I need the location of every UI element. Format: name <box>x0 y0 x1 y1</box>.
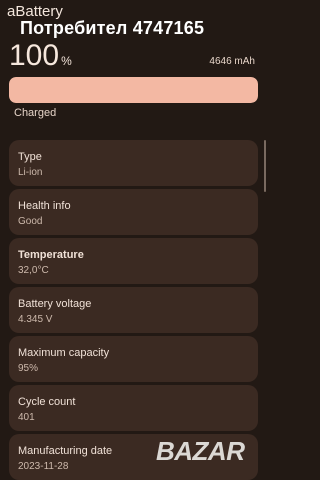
info-card-health[interactable]: Health info Good <box>9 189 258 235</box>
card-value: 4.345 V <box>18 314 53 325</box>
charge-status: Charged <box>14 107 57 119</box>
info-card-voltage[interactable]: Battery voltage 4.345 V <box>9 287 258 333</box>
battery-level-fill <box>9 77 258 103</box>
card-label: Maximum capacity <box>18 347 110 359</box>
card-label: Battery voltage <box>18 298 92 310</box>
card-label: Health info <box>18 200 71 212</box>
card-label: Temperature <box>18 249 84 261</box>
card-value: Good <box>18 216 43 227</box>
battery-capacity: 4646 mAh <box>209 56 255 67</box>
card-value: 32,0°C <box>18 265 49 276</box>
card-label: Type <box>18 151 42 163</box>
battery-level-bar <box>9 77 258 103</box>
info-card-max-capacity[interactable]: Maximum capacity 95% <box>9 336 258 382</box>
battery-percent-sign: % <box>61 54 72 68</box>
battery-percent: 100% <box>9 39 72 73</box>
card-value: Li-ion <box>18 167 43 178</box>
battery-percent-value: 100 <box>9 39 60 72</box>
info-card-temperature[interactable]: Temperature 32,0°C <box>9 238 258 284</box>
info-card-type[interactable]: Type Li-ion <box>9 140 258 186</box>
info-card-cycle-count[interactable]: Cycle count 401 <box>9 385 258 431</box>
card-value: 401 <box>18 412 35 423</box>
bazar-logo: BAZAR <box>156 436 245 466</box>
scrollbar[interactable] <box>264 140 266 192</box>
card-value: 95% <box>18 363 39 374</box>
card-label: Manufacturing date <box>18 445 113 457</box>
card-label: Cycle count <box>18 396 76 408</box>
user-watermark: Потребител 4747165 <box>20 18 205 38</box>
card-value: 2023-11-28 <box>18 461 69 472</box>
